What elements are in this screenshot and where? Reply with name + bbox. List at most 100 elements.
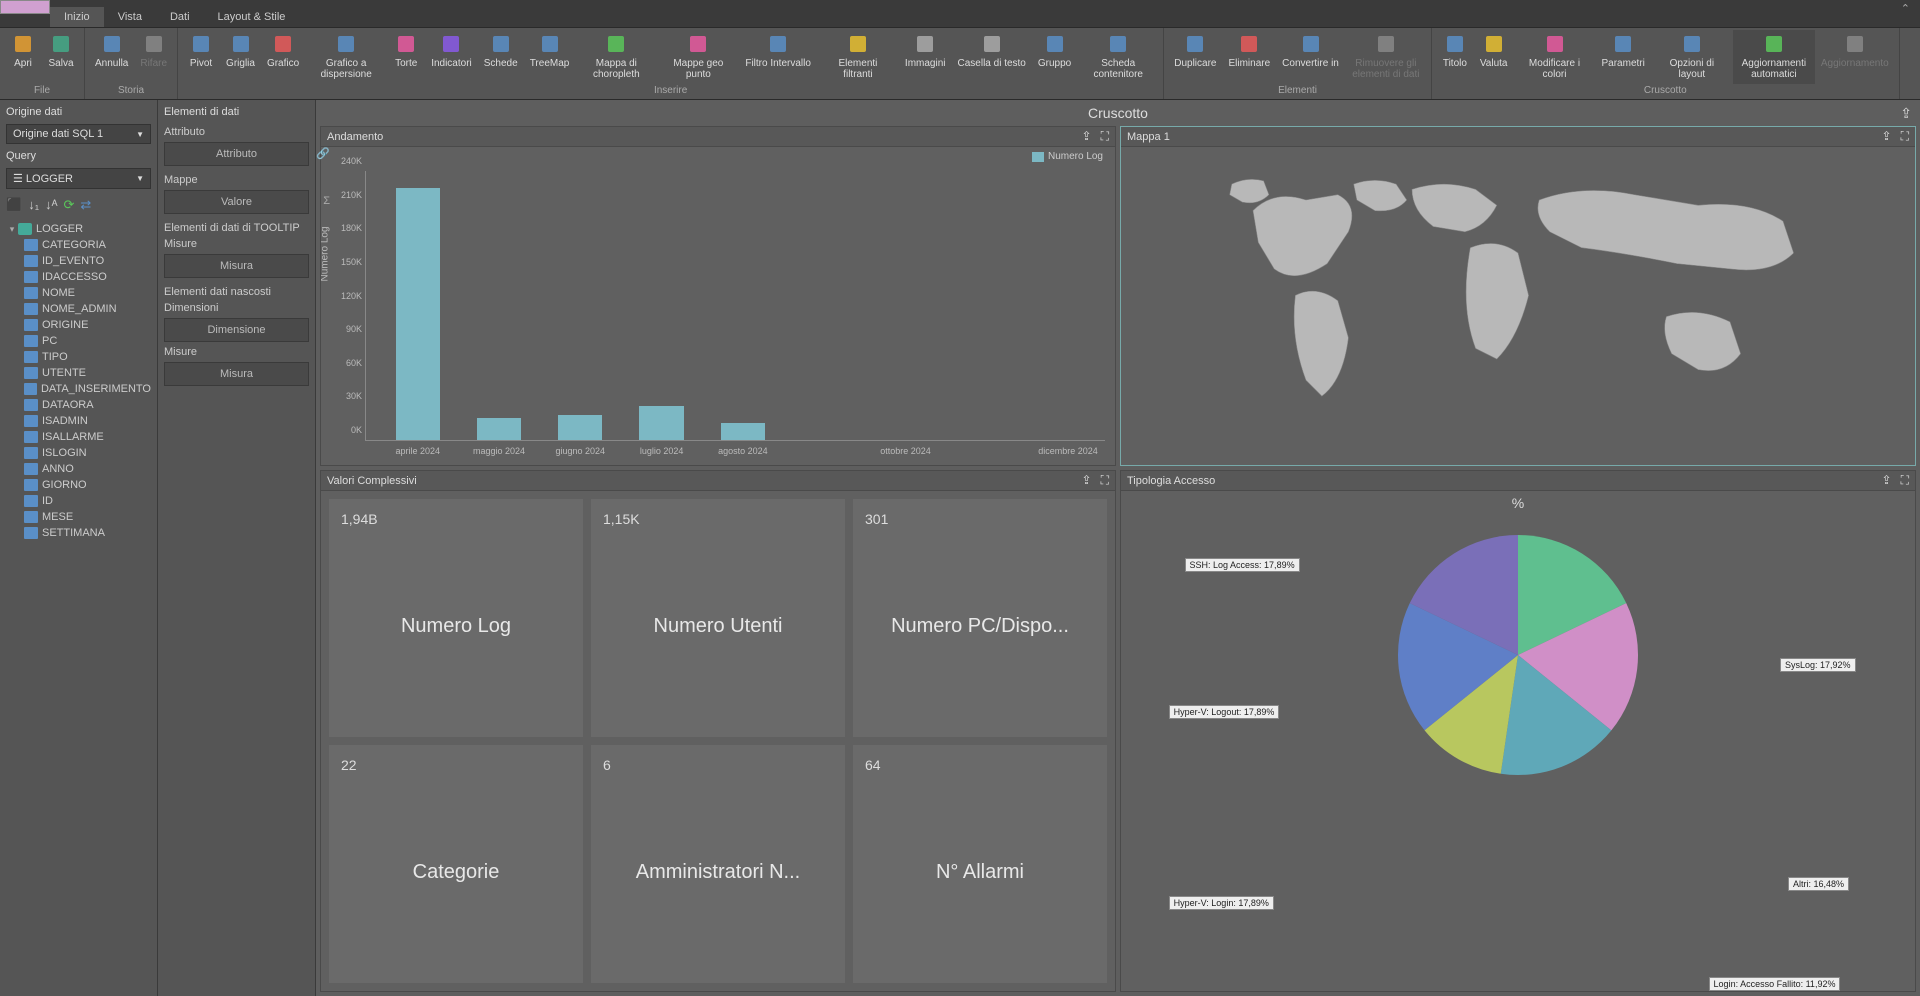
card-value: 1,94B	[341, 511, 571, 527]
card[interactable]: 1,94BNumero Log	[329, 499, 583, 737]
maximize-icon[interactable]: ⛶	[1901, 129, 1909, 143]
ribbon-expand-icon[interactable]: ⌃	[1901, 2, 1910, 15]
widget-mappa[interactable]: Mappa 1 ⇪ ⛶	[1120, 126, 1916, 466]
field-mese[interactable]: MESE	[24, 509, 151, 525]
export-icon[interactable]: ⇪	[1081, 129, 1091, 143]
bar[interactable]	[721, 423, 765, 440]
salva-button[interactable]: Salva	[42, 30, 80, 84]
field-id[interactable]: ID	[24, 493, 151, 509]
elementi-filtranti-button[interactable]: Elementi filtranti	[817, 30, 899, 84]
card[interactable]: 22Categorie	[329, 745, 583, 983]
field-dataora[interactable]: DATAORA	[24, 397, 151, 413]
export-icon[interactable]: ⇪	[1881, 129, 1891, 143]
mappa-choropleth-button[interactable]: Mappa di choropleth	[575, 30, 657, 84]
field-islogin[interactable]: ISLOGIN	[24, 445, 151, 461]
tab-inizio[interactable]: Inizio	[50, 7, 104, 27]
card[interactable]: 301Numero PC/Dispo...	[853, 499, 1107, 737]
grafico-button[interactable]: Grafico	[261, 30, 305, 84]
origine-dati-dropdown[interactable]: Origine dati SQL 1▼	[6, 124, 151, 144]
torte-button[interactable]: Torte	[387, 30, 425, 84]
convertire-in-button[interactable]: Convertire in	[1276, 30, 1345, 84]
grafico-dispersione-button[interactable]: Grafico a dispersione	[305, 30, 387, 84]
bar[interactable]	[558, 415, 602, 440]
field-utente[interactable]: UTENTE	[24, 365, 151, 381]
x-tick: luglio 2024	[640, 446, 684, 456]
field-origine[interactable]: ORIGINE	[24, 317, 151, 333]
field-tipo[interactable]: TIPO	[24, 349, 151, 365]
drop-target-misura[interactable]: Misura	[164, 254, 309, 278]
section-label: Mappe	[164, 174, 309, 186]
modificare-colori-button[interactable]: Modificare i colori	[1514, 30, 1596, 84]
field-settimana[interactable]: SETTIMANA	[24, 525, 151, 541]
group-icon[interactable]: ⬛	[6, 197, 22, 213]
drop-target-attributo[interactable]: Attributo🔗	[164, 142, 309, 166]
mappe-geo-punto-button[interactable]: Mappe geo punto	[657, 30, 739, 84]
export-icon[interactable]: ⇪	[1081, 473, 1091, 487]
parametri-button[interactable]: Parametri	[1596, 30, 1651, 84]
field-data_inserimento[interactable]: DATA_INSERIMENTO	[24, 381, 151, 397]
field-nome_admin[interactable]: NOME_ADMIN	[24, 301, 151, 317]
world-map[interactable]	[1121, 147, 1915, 465]
casella-testo-button[interactable]: Casella di testo	[952, 30, 1032, 84]
aggiornamento-button: Aggiornamento	[1815, 30, 1895, 84]
drop-target-misura[interactable]: Misura	[164, 362, 309, 386]
gruppo-icon	[1043, 32, 1067, 56]
field-pc[interactable]: PC	[24, 333, 151, 349]
drop-target-valore[interactable]: ValoreΣ	[164, 190, 309, 214]
bar[interactable]	[396, 188, 440, 440]
tab-vista[interactable]: Vista	[104, 7, 156, 27]
duplicare-button[interactable]: Duplicare	[1168, 30, 1222, 84]
widget-tipologia[interactable]: Tipologia Accesso ⇪ ⛶ % SSH: Log Access:…	[1120, 470, 1916, 992]
maximize-icon[interactable]: ⛶	[1101, 473, 1109, 487]
griglia-button[interactable]: Griglia	[220, 30, 261, 84]
gruppo-button[interactable]: Gruppo	[1032, 30, 1077, 84]
annulla-button[interactable]: Annulla	[89, 30, 134, 84]
widget-valori[interactable]: Valori Complessivi ⇪ ⛶ 1,94BNumero Log1,…	[320, 470, 1116, 992]
dashboard-header: Cruscotto ⇪	[316, 100, 1920, 126]
refresh-icon[interactable]: ⟳	[63, 197, 74, 213]
treemap-button[interactable]: TreeMap	[524, 30, 576, 84]
tab-dati[interactable]: Dati	[156, 7, 204, 27]
titolo-button[interactable]: Titolo	[1436, 30, 1474, 84]
maximize-icon[interactable]: ⛶	[1901, 473, 1909, 487]
valuta-button[interactable]: Valuta	[1474, 30, 1514, 84]
immagini-button[interactable]: Immagini	[899, 30, 952, 84]
eliminare-button[interactable]: Eliminare	[1222, 30, 1276, 84]
bar[interactable]	[477, 418, 521, 440]
eliminare-icon	[1237, 32, 1261, 56]
apri-button[interactable]: Apri	[4, 30, 42, 84]
card[interactable]: 64N° Allarmi	[853, 745, 1107, 983]
drop-target-dimensione[interactable]: Dimensione	[164, 318, 309, 342]
indicatori-button[interactable]: Indicatori	[425, 30, 478, 84]
scheda-contenitore-button[interactable]: Scheda contenitore	[1077, 30, 1159, 84]
field-nome[interactable]: NOME	[24, 285, 151, 301]
pivot-button[interactable]: Pivot	[182, 30, 220, 84]
field-id_evento[interactable]: ID_EVENTO	[24, 253, 151, 269]
sort-desc-icon[interactable]: ↓ᴬ	[45, 197, 57, 213]
bar[interactable]	[639, 406, 683, 440]
tree-root-logger[interactable]: ▾ LOGGER	[6, 221, 151, 237]
field-isallarme[interactable]: ISALLARME	[24, 429, 151, 445]
maximize-icon[interactable]: ⛶	[1101, 129, 1109, 143]
tab-layout-stile[interactable]: Layout & Stile	[204, 7, 300, 27]
filtro-intervallo-button[interactable]: Filtro Intervallo	[739, 30, 817, 84]
field-isadmin[interactable]: ISADMIN	[24, 413, 151, 429]
card[interactable]: 1,15KNumero Utenti	[591, 499, 845, 737]
schede-button[interactable]: Schede	[478, 30, 524, 84]
opzioni-layout-button[interactable]: Opzioni di layout	[1651, 30, 1733, 84]
indicatori-icon	[439, 32, 463, 56]
swap-icon[interactable]: ⇄	[80, 197, 91, 213]
grafico-dispersione-icon	[334, 32, 358, 56]
query-dropdown[interactable]: ☰ LOGGER▼	[6, 168, 151, 189]
collapse-icon[interactable]: ▾	[6, 224, 18, 235]
widget-andamento[interactable]: Andamento ⇪ ⛶ Numero Log Numero Log 0K30…	[320, 126, 1116, 466]
field-giorno[interactable]: GIORNO	[24, 477, 151, 493]
aggiornamenti-automatici-button[interactable]: Aggiornamenti automatici	[1733, 30, 1815, 84]
export-icon[interactable]: ⇪	[1900, 105, 1912, 122]
field-anno[interactable]: ANNO	[24, 461, 151, 477]
field-idaccesso[interactable]: IDACCESSO	[24, 269, 151, 285]
export-icon[interactable]: ⇪	[1881, 473, 1891, 487]
sort-asc-icon[interactable]: ↓₁	[28, 197, 39, 213]
card[interactable]: 6Amministratori N...	[591, 745, 845, 983]
field-categoria[interactable]: CATEGORIA	[24, 237, 151, 253]
